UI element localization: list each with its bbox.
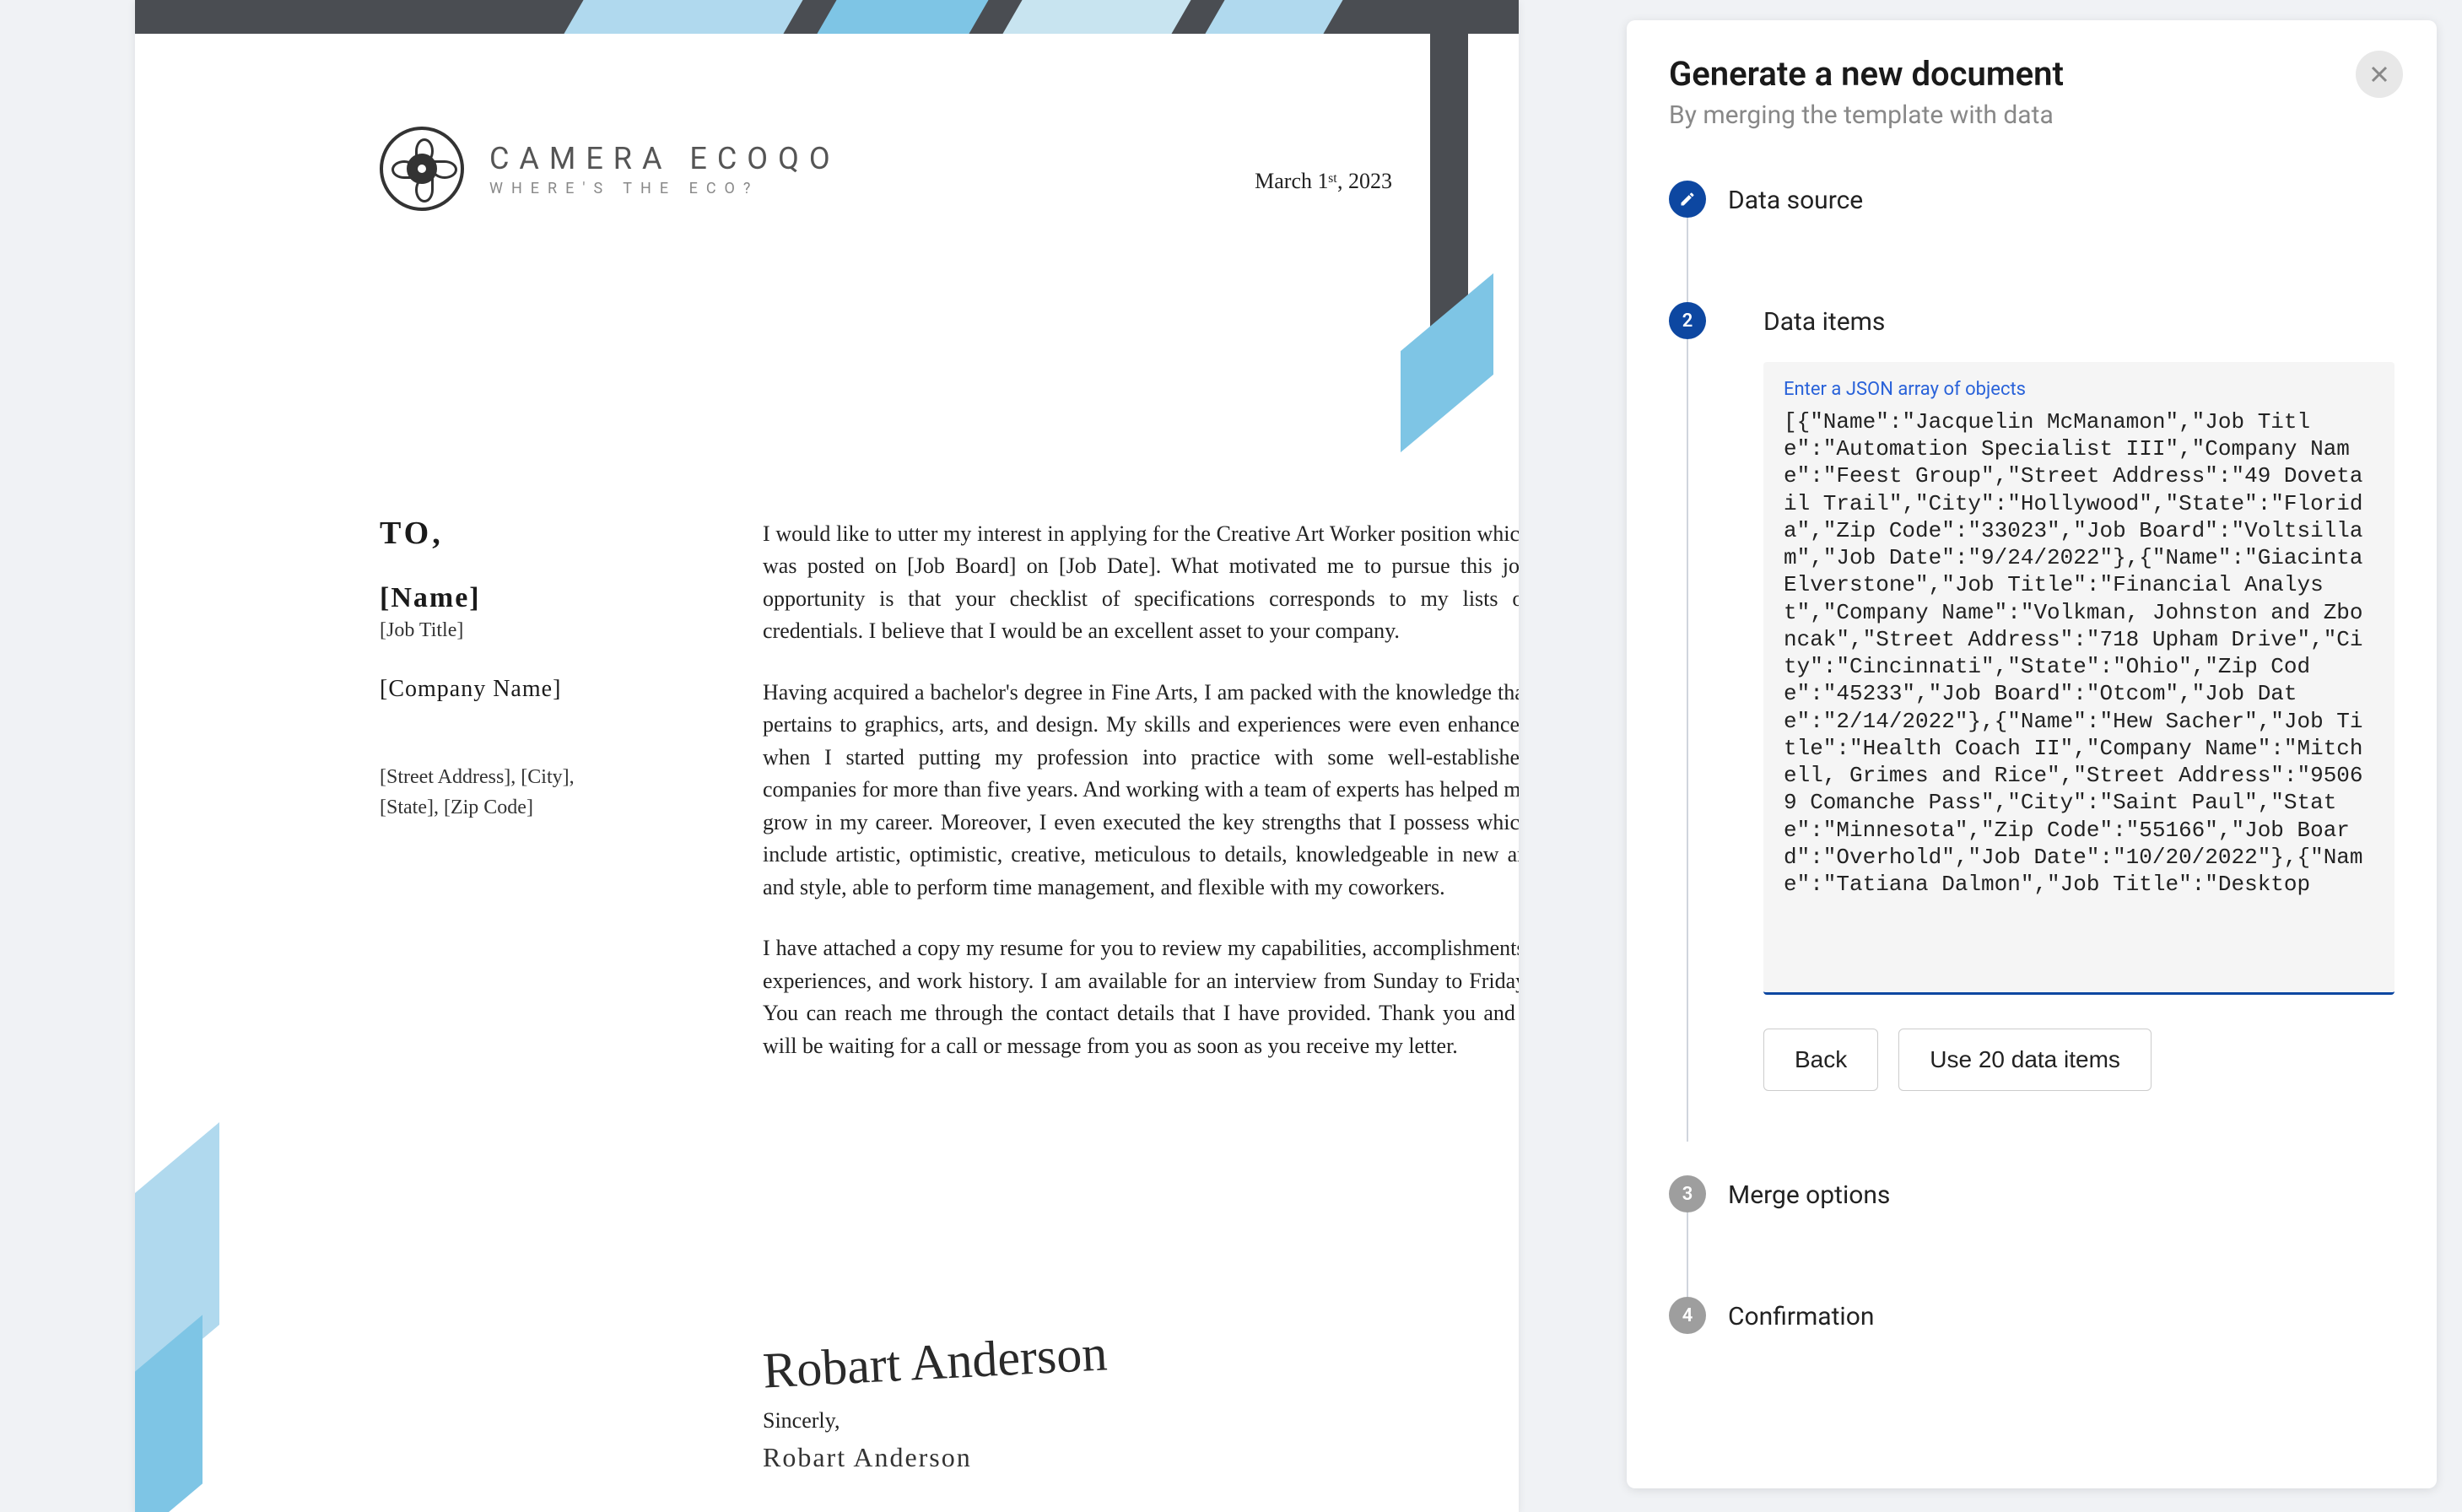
close-icon	[2369, 64, 2389, 84]
pencil-icon	[1669, 181, 1706, 218]
json-input-container: Enter a JSON array of objects	[1763, 362, 2395, 995]
wizard-stepper: Data source 2 Data items Enter a JSON ar…	[1669, 181, 2395, 1334]
camera-logo-icon	[380, 127, 464, 211]
step-label: Merge options	[1728, 1175, 1890, 1210]
recipient-company: [Company Name]	[380, 676, 683, 703]
json-input-label: Enter a JSON array of objects	[1784, 379, 2374, 400]
signer-name: Robart Anderson	[763, 1442, 1107, 1473]
recipient-address: [Street Address], [City], [State], [Zip …	[380, 762, 683, 823]
paragraph: I have attached a copy my resume for you…	[763, 932, 1519, 1062]
letter-body: I would like to utter my interest in app…	[763, 518, 1519, 1091]
close-button[interactable]	[2356, 51, 2403, 98]
generate-document-panel: Generate a new document By merging the t…	[1627, 20, 2437, 1488]
step-number: 2	[1669, 302, 1706, 339]
brand-tagline: WHERE'S THE ECO?	[489, 180, 840, 197]
step-label: Data items	[1763, 302, 2395, 337]
document-preview: CAMERA ECOQO WHERE'S THE ECO? March 1ˢᵗ,…	[135, 0, 1519, 1512]
step-data-items: 2 Data items Enter a JSON array of objec…	[1669, 302, 2395, 1142]
step-data-source[interactable]: Data source	[1669, 181, 2395, 302]
back-button[interactable]: Back	[1763, 1029, 1878, 1091]
recipient-block: TO, [Name] [Job Title] [Company Name] [S…	[380, 515, 683, 823]
step-label: Data source	[1728, 181, 1863, 215]
panel-subtitle: By merging the template with data	[1669, 100, 2395, 130]
signature-handwriting: Robart Anderson	[761, 1324, 1108, 1400]
step-merge-options[interactable]: 3 Merge options	[1669, 1142, 2395, 1297]
paragraph: I would like to utter my interest in app…	[763, 518, 1519, 648]
step-label: Confirmation	[1728, 1297, 1874, 1331]
header-decoration	[135, 0, 1519, 34]
panel-title: Generate a new document	[1669, 54, 2395, 94]
paragraph: Having acquired a bachelor's degree in F…	[763, 677, 1519, 904]
step-confirmation[interactable]: 4 Confirmation	[1669, 1297, 2395, 1334]
brand-name: CAMERA ECOQO	[489, 141, 840, 176]
closing-word: Sincerly,	[763, 1408, 1107, 1434]
json-textarea[interactable]	[1784, 408, 2374, 982]
brand-logo-block: CAMERA ECOQO WHERE'S THE ECO?	[380, 127, 840, 211]
to-label: TO,	[380, 515, 683, 552]
step-number: 3	[1669, 1175, 1706, 1212]
signature-block: Robart Anderson Sincerly, Robart Anderso…	[763, 1333, 1107, 1473]
step-buttons: Back Use 20 data items	[1763, 1029, 2395, 1091]
document-date: March 1ˢᵗ, 2023	[1255, 169, 1392, 194]
recipient-job-title: [Job Title]	[380, 619, 683, 642]
recipient-name: [Name]	[380, 582, 683, 614]
step-number: 4	[1669, 1297, 1706, 1334]
right-accent-column	[1430, 0, 1468, 363]
use-data-items-button[interactable]: Use 20 data items	[1898, 1029, 2152, 1091]
